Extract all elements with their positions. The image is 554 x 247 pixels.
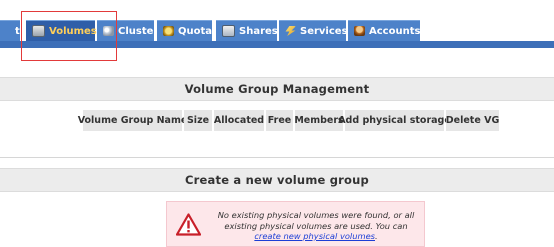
create-vg-title: Create a new volume group — [0, 168, 554, 192]
tab-shares[interactable]: Shares — [216, 20, 278, 41]
quota-icon — [163, 26, 174, 36]
vg-table-header: Volume Group Name Size Allocated Free Me… — [78, 110, 499, 131]
warning-icon — [176, 213, 201, 236]
shares-icon — [222, 25, 235, 37]
col-free: Free — [266, 110, 293, 131]
col-add-physical-storage: Add physical storage — [338, 110, 451, 131]
error-message-body: No existing physical volumes were found,… — [217, 210, 415, 231]
col-volume-group-name: Volume Group Name — [78, 110, 187, 131]
error-message-text: No existing physical volumes were found,… — [211, 210, 421, 242]
selection-highlight — [21, 11, 117, 61]
col-members: Members — [294, 110, 344, 131]
accounts-icon — [354, 26, 365, 36]
system-icon — [0, 26, 11, 36]
tab-system[interactable]: tem — [0, 20, 37, 41]
tab-shares-label: Shares — [239, 25, 278, 37]
tab-cluster-label: Cluster — [118, 25, 159, 37]
col-size: Size — [184, 110, 212, 131]
tab-quota[interactable]: Quota — [157, 20, 212, 41]
services-icon — [285, 26, 296, 36]
col-allocated: Allocated — [214, 110, 264, 131]
col-delete-vg: Delete VG — [446, 110, 499, 131]
tab-quota-label: Quota — [178, 25, 213, 37]
vg-management-title: Volume Group Management — [0, 77, 554, 101]
tab-accounts[interactable]: Accounts — [348, 20, 420, 41]
error-message-end: . — [375, 231, 378, 241]
tab-services[interactable]: Services — [279, 20, 348, 41]
create-physical-volumes-link[interactable]: create new physical volumes — [254, 231, 375, 241]
tab-accounts-label: Accounts — [369, 25, 421, 37]
tab-services-label: Services — [300, 25, 348, 37]
no-physical-volumes-message: No existing physical volumes were found,… — [166, 201, 425, 247]
section-divider — [0, 157, 554, 158]
